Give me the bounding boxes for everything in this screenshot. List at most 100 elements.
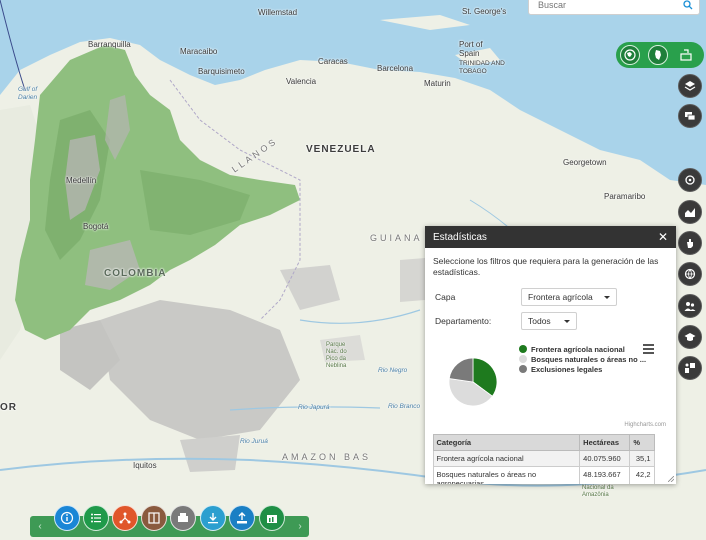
search-icon xyxy=(683,0,693,9)
download-icon xyxy=(208,513,218,524)
table-header-row: Categoría Hectáreas % xyxy=(432,434,655,451)
measure-button[interactable] xyxy=(678,200,702,224)
map-label-guiana: GUIANA xyxy=(370,233,423,243)
map-label-port-of-spain: Port of Spain xyxy=(459,40,483,58)
globe-icon xyxy=(624,49,636,61)
map-label-amazon: AMAZON BAS xyxy=(282,452,372,462)
chart-legend: Frontera agrícola nacional Bosques natura… xyxy=(519,344,646,374)
map-label-rio-branco: Rio Branco xyxy=(388,403,421,410)
capa-select[interactable]: Frontera agrícola xyxy=(521,288,617,306)
map-label-maturin: Maturin xyxy=(424,79,451,88)
map-label-willemstad: Willemstad xyxy=(258,8,298,17)
table-cell-hectares: 48.193.667 xyxy=(579,466,631,484)
scroll-left-button[interactable]: ‹ xyxy=(33,519,47,534)
map-label-bogota: Bogotá xyxy=(83,222,109,231)
map-label-st-georges: St. George's xyxy=(462,7,507,16)
legend-label: Exclusiones legales xyxy=(531,364,603,374)
globe-tool-button[interactable] xyxy=(678,262,702,286)
users-icon xyxy=(684,302,696,311)
users-button[interactable] xyxy=(678,294,702,318)
search-button[interactable] xyxy=(677,0,699,14)
map-region-button[interactable] xyxy=(648,45,668,65)
map-label-colombia: COLOMBIA xyxy=(104,268,167,279)
header-percent: % xyxy=(629,434,655,451)
info-button[interactable] xyxy=(54,505,80,531)
map-label-iquitos: Iquitos xyxy=(133,461,157,470)
basemap-toolbar xyxy=(616,42,704,68)
legend-label: Frontera agrícola nacional xyxy=(531,344,625,354)
table-cell-percent: 42,2 xyxy=(629,466,655,484)
hand-icon xyxy=(687,239,693,248)
table-cell-hectares: 40.075.960 xyxy=(579,450,631,467)
legend-marker xyxy=(519,355,527,363)
map-label-venezuela: VENEZUELA xyxy=(306,144,376,155)
analysis-button[interactable] xyxy=(678,356,702,380)
table-cell-percent: 35,1 xyxy=(629,450,655,467)
header-hectareas: Hectáreas xyxy=(579,434,631,451)
departamento-label: Departamento: xyxy=(435,316,492,326)
map-region-icon xyxy=(655,50,661,60)
table-row: Frontera agrícola nacional 40.075.960 35… xyxy=(432,450,655,467)
print-button[interactable] xyxy=(170,505,196,531)
share-icon xyxy=(119,512,131,524)
legend-label: Bosques naturales o áreas no ... xyxy=(531,354,647,364)
education-button[interactable] xyxy=(678,325,702,349)
map-label-rio-jurua: Rio Juruá xyxy=(240,438,268,445)
header-categoria: Categoría xyxy=(432,434,581,451)
list-button[interactable] xyxy=(83,505,109,531)
table-cell-category: Bosques naturales o áreas no agropecuari… xyxy=(432,466,581,484)
legend-item-exclusiones[interactable]: Exclusiones legales xyxy=(519,364,646,374)
share-button[interactable] xyxy=(112,505,138,531)
pie-slice-exclusiones[interactable] xyxy=(448,357,474,383)
search-box xyxy=(528,0,700,15)
departamento-select-value: Todos xyxy=(528,316,551,326)
stats-icon xyxy=(267,515,277,523)
capa-filter-row: Capa Frontera agrícola xyxy=(433,288,668,306)
legend-button[interactable] xyxy=(678,104,702,128)
panel-header: Estadísticas ✕ xyxy=(425,226,676,248)
map-label-valencia: Valencia xyxy=(286,77,317,86)
map-label-rio-japura: Rio Japurá xyxy=(298,404,330,411)
chat-icon xyxy=(685,112,696,121)
search-input[interactable] xyxy=(529,0,677,14)
map-label-pacific-edge: OR xyxy=(0,402,17,413)
map-label-caracas: Caracas xyxy=(318,57,348,66)
scroll-right-button[interactable]: › xyxy=(293,519,307,534)
search-location-button[interactable] xyxy=(678,168,702,192)
chart-menu-button[interactable] xyxy=(643,344,654,356)
chevron-down-icon xyxy=(604,295,610,299)
compare-icon xyxy=(148,512,160,524)
close-icon[interactable]: ✕ xyxy=(658,231,668,243)
map-label-trinidad: TRINIDAD AND TOBAGO xyxy=(459,60,505,75)
layers-tool-icon xyxy=(680,49,692,61)
departamento-filter-row: Departamento: Todos xyxy=(433,312,668,330)
graduation-icon xyxy=(684,333,696,341)
list-icon xyxy=(91,513,101,523)
chevron-down-icon xyxy=(564,319,570,323)
resize-handle-icon[interactable] xyxy=(668,476,674,482)
layers-tool-button[interactable] xyxy=(676,45,696,65)
map-label-paramaribo: Paramaribo xyxy=(604,192,646,201)
legend-marker xyxy=(519,345,527,353)
pie-chart xyxy=(448,357,498,407)
stats-button[interactable] xyxy=(259,505,285,531)
departamento-select[interactable]: Todos xyxy=(521,312,577,330)
analysis-icon xyxy=(685,363,695,373)
target-icon xyxy=(685,175,695,185)
download-button[interactable] xyxy=(200,505,226,531)
map-label-barquisimeto: Barquisimeto xyxy=(198,67,245,76)
panel-intro-text: Seleccione los filtros que requiera para… xyxy=(433,256,659,277)
draw-button[interactable] xyxy=(678,231,702,255)
highcharts-credits[interactable]: Highcharts.com xyxy=(624,422,666,428)
map-label-parque: Parque Nac. do Pico da Neblina xyxy=(326,342,347,369)
upload-button[interactable] xyxy=(229,505,255,531)
legend-item-frontera[interactable]: Frontera agrícola nacional xyxy=(519,344,646,354)
layers-button[interactable] xyxy=(678,74,702,98)
globe-button[interactable] xyxy=(620,45,640,65)
pie-chart-area: Frontera agrícola nacional Bosques natura… xyxy=(433,336,668,428)
map-label-barranquilla: Barranquilla xyxy=(88,40,131,49)
legend-item-bosques[interactable]: Bosques naturales o áreas no ... xyxy=(519,354,646,364)
table-row: Bosques naturales o áreas no agropecuari… xyxy=(432,466,655,484)
table-cell-category: Frontera agrícola nacional xyxy=(432,450,581,467)
compare-button[interactable] xyxy=(141,505,167,531)
